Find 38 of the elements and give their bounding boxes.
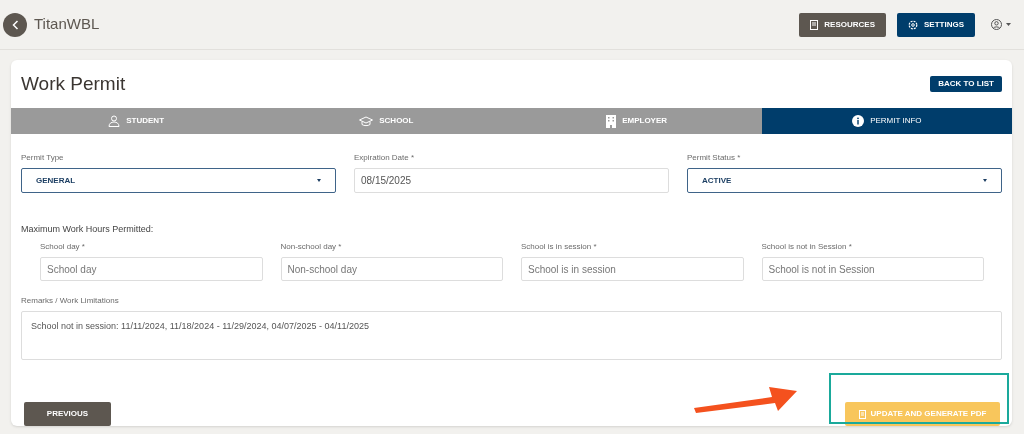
input-field[interactable]: Non-school day: [280, 257, 503, 281]
back-button[interactable]: [3, 12, 27, 37]
input-field[interactable]: School is not in Session: [761, 257, 984, 281]
document-icon: [858, 409, 866, 419]
chevron-left-icon: [11, 19, 19, 30]
field-label: Expiration Date *: [354, 152, 416, 164]
user-circle-icon: [991, 19, 1002, 30]
field-label: School is in session *: [521, 241, 598, 253]
field-label: School day *: [40, 241, 86, 253]
section-label: Maximum Work Hours Permitted:: [21, 224, 154, 234]
settings-icon: [908, 19, 918, 30]
caret-icon: [1006, 23, 1011, 26]
account-menu[interactable]: [991, 19, 1011, 30]
resources-button[interactable]: RESOURCES: [799, 12, 886, 37]
field-label: Permit Status *: [687, 152, 742, 164]
field-label: School is not in Session *: [761, 241, 853, 253]
app-name: TitanWBL: [34, 14, 100, 35]
select-field[interactable]: GENERAL: [21, 168, 336, 193]
page-title: Work Permit: [21, 71, 126, 96]
building-icon: [606, 114, 617, 128]
caret-icon: [317, 179, 321, 182]
input-field[interactable]: School day: [40, 257, 263, 281]
input-field[interactable]: School is in session: [521, 257, 744, 281]
field-label: Non-school day *: [280, 241, 343, 253]
field-label: Permit Type: [21, 152, 65, 164]
caret-icon: [983, 179, 987, 182]
tab[interactable]: PERMIT INFO: [761, 108, 1012, 134]
info-icon: [852, 115, 865, 127]
date-field[interactable]: 08/15/2025: [354, 168, 669, 193]
person-icon: [108, 115, 121, 127]
field-label: Remarks / Work Limitations: [21, 295, 120, 307]
graduation-cap-icon: [359, 115, 374, 127]
settings-button[interactable]: SETTINGS: [897, 12, 975, 37]
select-field[interactable]: ACTIVE: [687, 168, 1002, 193]
document-icon: [810, 19, 819, 30]
remarks-field[interactable]: School not in session: 11/11/2024, 11/18/2024 - 11/29/2024, 04/07/2025 - 04/11/2025: [21, 311, 1002, 360]
previous-button[interactable]: PREVIOUS: [24, 402, 111, 426]
back-to-list-button[interactable]: BACK TO LIST: [930, 76, 1002, 92]
